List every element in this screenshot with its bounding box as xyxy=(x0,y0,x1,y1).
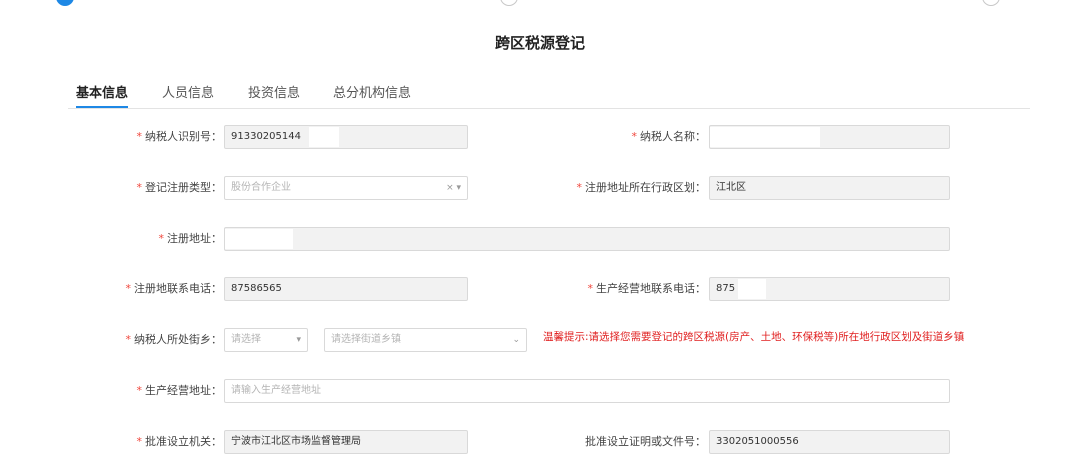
taxpayer-name-label: * 纳税人名称： xyxy=(631,130,707,143)
chevron-down-icon[interactable]: ⌄ xyxy=(512,329,520,351)
biz-address-input[interactable]: 请输入生产经营地址 xyxy=(224,379,950,403)
step-indicator xyxy=(500,0,518,6)
approval-org-field[interactable]: 宁波市江北区市场监督管理局 xyxy=(224,430,468,454)
address-label: * 注册地址： xyxy=(158,232,223,245)
taxpayer-id-field[interactable]: 91330205144 xyxy=(224,125,468,149)
page-title: 跨区税源登记 xyxy=(494,34,585,52)
registration-type-select[interactable]: 股份合作企业 × ▾ xyxy=(224,176,468,200)
chevron-down-icon[interactable]: ▾ xyxy=(296,329,301,351)
street-select[interactable]: 请选择街道乡镇 ⌄ xyxy=(324,328,527,352)
approval-org-label: * 批准设立机关： xyxy=(136,435,223,448)
district-label: * 注册地址所在行政区划： xyxy=(576,181,707,194)
biz-address-label: * 生产经营地址： xyxy=(136,384,223,397)
tab-basic-info[interactable]: 基本信息 xyxy=(76,82,129,108)
district-field[interactable]: 江北区 xyxy=(709,176,950,200)
approval-doc-label: 批准设立证明或文件号： xyxy=(585,435,706,448)
reg-phone-field[interactable]: 87586565 xyxy=(224,277,468,301)
redaction-mask xyxy=(309,127,339,147)
redaction-mask xyxy=(225,229,293,249)
clear-and-chevron-down-icon[interactable]: × ▾ xyxy=(446,177,461,199)
redaction-mask xyxy=(738,279,766,299)
biz-phone-label: * 生产经营地联系电话： xyxy=(587,282,707,295)
warm-hint-text: 温馨提示:请选择您需要登记的跨区税源(房产、土地、环保税等)所在地行政区划及街道… xyxy=(543,331,965,343)
biz-phone-field[interactable]: 875 xyxy=(709,277,950,301)
registration-type-label: * 登记注册类型： xyxy=(136,181,223,194)
address-field[interactable] xyxy=(224,227,950,251)
reg-phone-label: * 注册地联系电话： xyxy=(125,282,223,295)
taxpayer-name-field[interactable] xyxy=(709,125,950,149)
redaction-mask xyxy=(710,127,820,147)
tab-investment-info[interactable]: 投资信息 xyxy=(248,82,300,106)
tab-personnel-info[interactable]: 人员信息 xyxy=(162,82,214,106)
tab-bar: 基本信息 人员信息 投资信息 总分机构信息 xyxy=(68,82,1030,109)
district-select[interactable]: 请选择 ▾ xyxy=(224,328,308,352)
step-indicator-active xyxy=(56,0,74,6)
street-label: * 纳税人所处街乡： xyxy=(125,333,223,346)
tab-headquarters-branch-info[interactable]: 总分机构信息 xyxy=(333,82,411,106)
step-indicator xyxy=(982,0,1000,6)
approval-doc-field[interactable]: 3302051000556 xyxy=(709,430,950,454)
taxpayer-id-label: * 纳税人识别号： xyxy=(136,130,223,143)
